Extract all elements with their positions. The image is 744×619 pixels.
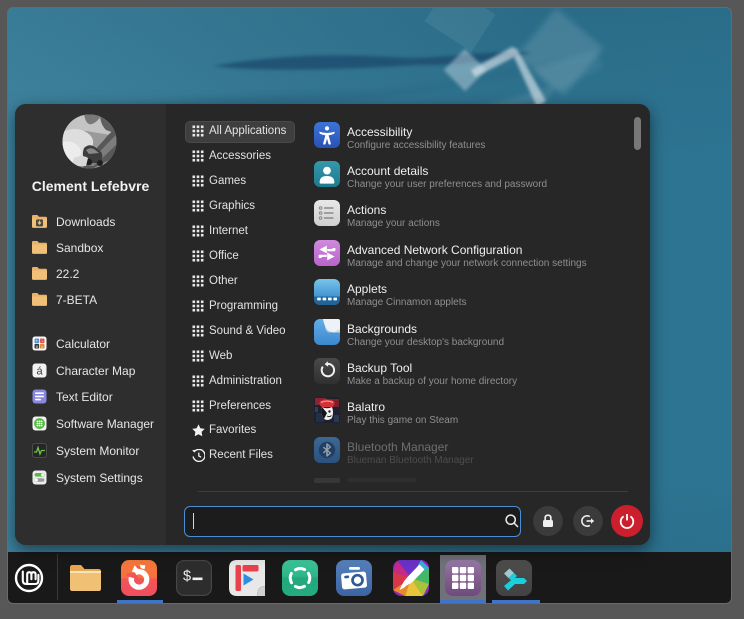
svg-text:+: + [36,338,39,343]
svg-text:$: $ [183,569,191,585]
svg-text:=: = [41,344,44,349]
svg-text:á: á [36,366,43,378]
